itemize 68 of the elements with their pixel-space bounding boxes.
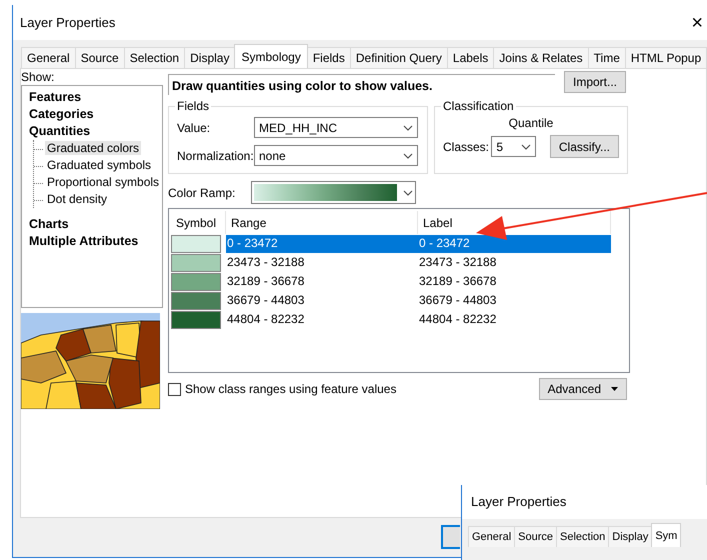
column-header[interactable]: Symbol bbox=[171, 211, 226, 234]
tab[interactable]: General bbox=[468, 526, 516, 547]
chevron-down-icon bbox=[403, 152, 413, 158]
checkbox[interactable] bbox=[168, 382, 181, 396]
table-cell[interactable]: 32189 - 36678 bbox=[418, 273, 611, 291]
chevron-down-icon bbox=[403, 124, 413, 130]
classes-label: Classes: bbox=[443, 138, 490, 156]
color-ramp-label: Color Ramp: bbox=[168, 184, 236, 202]
symbol-swatch[interactable] bbox=[171, 292, 221, 310]
tab[interactable]: Display bbox=[184, 47, 236, 68]
table-cell[interactable]: 23473 - 32188 bbox=[418, 254, 611, 272]
advanced-button[interactable]: Advanced bbox=[538, 378, 627, 400]
tab[interactable]: Selection bbox=[556, 526, 610, 547]
dropdown-arrow-icon bbox=[611, 387, 618, 391]
table-cell[interactable]: 36679 - 44803 bbox=[226, 292, 418, 310]
tree-item[interactable]: Proportional symbols bbox=[34, 174, 162, 191]
window-title: Layer Properties bbox=[471, 493, 566, 512]
value-dropdown[interactable]: MED_HH_INC bbox=[254, 117, 418, 138]
tab[interactable]: Fields bbox=[306, 47, 351, 68]
tab[interactable]: General bbox=[21, 47, 76, 68]
symbol-swatch[interactable] bbox=[171, 273, 221, 291]
tree-item[interactable]: Dot density bbox=[34, 191, 110, 208]
tab[interactable]: Definition Query bbox=[350, 47, 448, 68]
column-header[interactable]: Range bbox=[226, 211, 418, 234]
group-title: Fields bbox=[176, 100, 210, 112]
tab[interactable]: HTML Popup bbox=[624, 47, 707, 68]
close-button[interactable]: × bbox=[691, 12, 703, 32]
normalization-label: Normalization: bbox=[177, 148, 254, 164]
tab[interactable]: Time bbox=[588, 47, 626, 68]
tree-item[interactable]: Categories bbox=[29, 106, 155, 123]
tree-item[interactable]: Multiple Attributes bbox=[29, 233, 155, 250]
classify-button[interactable]: Classify... bbox=[550, 135, 619, 158]
table-cell[interactable]: 0 - 23472 bbox=[226, 235, 418, 253]
group-title: Classification bbox=[442, 100, 515, 112]
chevron-down-icon bbox=[520, 144, 531, 150]
dialog-button[interactable] bbox=[441, 525, 460, 549]
chevron-down-icon bbox=[403, 190, 413, 196]
value-label: Value: bbox=[177, 120, 212, 136]
color-ramp-dropdown[interactable] bbox=[251, 181, 416, 204]
symbol-swatch[interactable] bbox=[171, 311, 221, 329]
table-cell[interactable]: 44804 - 82232 bbox=[418, 311, 611, 329]
import-button[interactable]: Import... bbox=[564, 71, 626, 93]
tab[interactable]: Joins & Relates bbox=[493, 47, 589, 68]
tab[interactable]: Source bbox=[74, 47, 125, 68]
tab[interactable]: Source bbox=[514, 526, 557, 547]
tab[interactable]: Symbology bbox=[234, 44, 308, 68]
tab[interactable]: Sym bbox=[651, 523, 682, 547]
table-cell[interactable]: 23473 - 32188 bbox=[226, 254, 418, 272]
table-cell[interactable]: 36679 - 44803 bbox=[418, 292, 611, 310]
description-text: Draw quantities using color to show values. bbox=[168, 74, 555, 95]
classes-dropdown[interactable]: 5 bbox=[491, 136, 536, 157]
window-title: Layer Properties bbox=[20, 14, 116, 32]
table-cell[interactable]: 0 - 23472 bbox=[418, 235, 611, 253]
show-label: Show: bbox=[21, 71, 56, 84]
tab[interactable]: Selection bbox=[124, 47, 186, 68]
tree-item[interactable]: Quantities bbox=[29, 123, 155, 140]
table-cell[interactable]: 32189 - 36678 bbox=[226, 273, 418, 291]
tree-item[interactable]: Graduated symbols bbox=[34, 157, 154, 174]
checkbox-label: Show class ranges using feature values bbox=[185, 381, 396, 398]
tab[interactable]: Labels bbox=[446, 47, 494, 68]
table-cell[interactable]: 44804 - 82232 bbox=[226, 311, 418, 329]
tab[interactable]: Display bbox=[608, 526, 652, 547]
tree-item[interactable]: Features bbox=[29, 89, 155, 106]
classification-method: Quantile bbox=[508, 116, 554, 130]
symbol-swatch[interactable] bbox=[171, 235, 221, 253]
normalization-dropdown[interactable]: none bbox=[254, 145, 418, 166]
tree-item[interactable]: Charts bbox=[29, 216, 155, 233]
symbol-swatch[interactable] bbox=[171, 254, 221, 272]
